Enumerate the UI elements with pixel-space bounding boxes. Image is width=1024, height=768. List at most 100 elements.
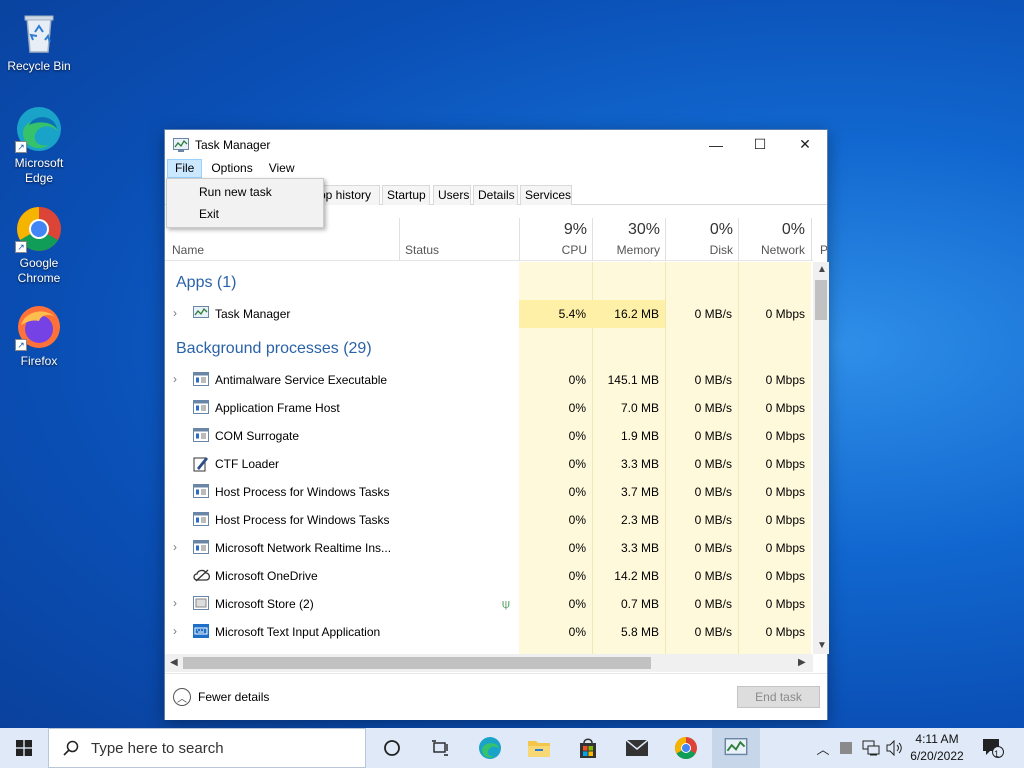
fewer-details-button[interactable]: ︿ Fewer details bbox=[173, 688, 269, 706]
close-icon: ✕ bbox=[799, 136, 811, 152]
menu-item-exit[interactable]: Exit bbox=[199, 207, 219, 221]
volume-tray-button[interactable] bbox=[884, 728, 904, 768]
taskbar: Type here to search ︿ 4:11 AM 6/20/2022 … bbox=[0, 728, 1024, 768]
notification-count: 1 bbox=[994, 749, 1000, 759]
memory-value: 16.2 MB bbox=[614, 307, 659, 321]
chevron-right-icon[interactable]: › bbox=[173, 373, 183, 385]
task-manager-icon bbox=[724, 738, 748, 756]
close-button[interactable]: ✕ bbox=[782, 130, 828, 159]
tab-services[interactable]: Services bbox=[520, 185, 572, 205]
table-row[interactable]: › Microsoft Store (2) ⍦ 0% 0.7 MB 0 MB/s 0 Mbp… bbox=[165, 590, 813, 618]
clock[interactable]: 4:11 AM 6/20/2022 bbox=[902, 731, 972, 765]
taskbar-task-manager[interactable] bbox=[712, 728, 760, 768]
network-tray-button[interactable] bbox=[858, 728, 884, 768]
menu-options[interactable]: Options bbox=[204, 159, 259, 178]
process-name: Microsoft Network Realtime Ins... bbox=[215, 541, 392, 555]
column-status[interactable]: Status bbox=[405, 218, 515, 261]
table-row[interactable]: › Microsoft Text Input Application 0% 5.8 M… bbox=[165, 618, 813, 646]
column-disk[interactable]: 0% Disk bbox=[666, 218, 739, 261]
service-icon bbox=[193, 372, 209, 386]
tab-startup[interactable]: Startup bbox=[382, 185, 430, 205]
table-row[interactable]: › Antimalware Service Executable 0% 145.1 M… bbox=[165, 366, 813, 394]
menu-file[interactable]: File bbox=[167, 159, 203, 178]
scroll-up-icon[interactable]: ▲ bbox=[817, 264, 827, 275]
edge-icon bbox=[479, 737, 501, 759]
tab-app-history[interactable]: pp history bbox=[315, 185, 380, 205]
action-center-button[interactable]: 1 bbox=[978, 728, 1008, 768]
scroll-left-icon[interactable]: ◀ bbox=[170, 657, 178, 668]
column-power[interactable]: P bbox=[817, 218, 828, 261]
vertical-scroll-thumb[interactable] bbox=[815, 280, 827, 320]
chevron-up-icon: ︿ bbox=[816, 741, 830, 757]
desktop-icon-chrome[interactable]: ↗ Google Chrome bbox=[1, 205, 77, 286]
chevron-right-icon[interactable]: › bbox=[173, 625, 183, 637]
column-divider[interactable] bbox=[811, 218, 812, 261]
store-icon bbox=[580, 738, 596, 758]
vertical-scrollbar[interactable]: ▲ ▼ bbox=[813, 262, 829, 654]
taskbar-mail[interactable] bbox=[613, 728, 661, 768]
search-box[interactable]: Type here to search bbox=[48, 728, 366, 768]
column-divider[interactable] bbox=[519, 218, 520, 261]
column-divider[interactable] bbox=[399, 218, 400, 261]
cpu-value: 0% bbox=[568, 429, 586, 443]
column-network[interactable]: 0% Network bbox=[739, 218, 811, 261]
horizontal-scrollbar[interactable]: ◀ ▶ bbox=[165, 654, 813, 672]
maximize-button[interactable]: ☐ bbox=[737, 130, 783, 159]
title-bar[interactable]: Task Manager — ☐ ✕ bbox=[165, 130, 827, 160]
scroll-down-icon[interactable]: ▼ bbox=[817, 640, 827, 651]
desktop-icon-firefox[interactable]: ↗ Firefox bbox=[1, 303, 77, 369]
edge-icon: ↗ bbox=[15, 105, 63, 153]
desktop-icon-label: Microsoft Edge bbox=[14, 156, 64, 185]
task-view-button[interactable] bbox=[416, 728, 464, 768]
chevron-right-icon[interactable]: › bbox=[173, 597, 183, 609]
column-memory[interactable]: 30% Memory bbox=[593, 218, 666, 261]
desktop-icon-label: Google Chrome bbox=[17, 256, 61, 285]
taskbar-chrome[interactable] bbox=[662, 728, 710, 768]
memory-value: 0.7 MB bbox=[620, 597, 659, 611]
scroll-right-icon[interactable]: ▶ bbox=[798, 657, 806, 668]
disk-value: 0 MB/s bbox=[694, 373, 732, 387]
cpu-value: 5.4% bbox=[558, 307, 586, 321]
table-row[interactable]: Host Process for Windows Tasks 0% 3.7 MB 0 … bbox=[165, 478, 813, 506]
column-divider[interactable] bbox=[738, 218, 739, 261]
desktop-icon-recycle-bin[interactable]: Recycle Bin bbox=[1, 8, 77, 74]
service-icon bbox=[193, 512, 209, 526]
taskbar-edge[interactable] bbox=[466, 728, 514, 768]
table-row[interactable]: CTF Loader 0% 3.3 MB 0 MB/s 0 Mbps bbox=[165, 450, 813, 478]
column-divider[interactable] bbox=[665, 218, 666, 261]
menu-view[interactable]: View bbox=[262, 159, 302, 178]
memory-value: 14.2 MB bbox=[614, 569, 659, 583]
taskbar-store[interactable] bbox=[564, 728, 612, 768]
table-row[interactable]: Microsoft OneDrive 0% 14.2 MB 0 MB/s 0 Mbps bbox=[165, 562, 813, 590]
table-row[interactable]: Host Process for Windows Tasks 0% 2.3 MB 0 … bbox=[165, 506, 813, 534]
menu-item-run-new-task[interactable]: Run new task bbox=[199, 185, 272, 199]
table-row[interactable]: › Task Manager 5.4% 16.2 MB 0 MB/s 0 Mbp… bbox=[165, 300, 813, 328]
clock-time: 4:11 AM bbox=[915, 732, 959, 746]
search-icon bbox=[63, 740, 79, 756]
table-row[interactable]: › Microsoft Network Realtime Ins... 0% 3.3 … bbox=[165, 534, 813, 562]
column-cpu[interactable]: 9% CPU bbox=[520, 218, 593, 261]
disk-value: 0 MB/s bbox=[694, 597, 732, 611]
volume-icon bbox=[886, 740, 902, 756]
end-task-button[interactable]: End task bbox=[737, 686, 820, 708]
desktop-icon-edge[interactable]: ↗ Microsoft Edge bbox=[1, 105, 77, 186]
column-divider[interactable] bbox=[592, 218, 593, 261]
table-row[interactable]: COM Surrogate 0% 1.9 MB 0 MB/s 0 Mbps bbox=[165, 422, 813, 450]
horizontal-scroll-thumb[interactable] bbox=[183, 657, 651, 669]
tab-details[interactable]: Details bbox=[473, 185, 518, 205]
tab-users[interactable]: Users bbox=[433, 185, 471, 205]
group-header-background[interactable]: Background processes (29) bbox=[176, 340, 372, 358]
taskbar-file-explorer[interactable] bbox=[515, 728, 563, 768]
network-value: 0 Mbps bbox=[765, 597, 805, 611]
shortcut-arrow-icon: ↗ bbox=[15, 141, 27, 153]
table-row[interactable]: Application Frame Host 0% 7.0 MB 0 MB/s 0 Mb… bbox=[165, 394, 813, 422]
show-hidden-icons-button[interactable]: ︿ bbox=[812, 728, 834, 768]
group-header-apps[interactable]: Apps (1) bbox=[176, 274, 236, 292]
cortana-button[interactable] bbox=[368, 728, 416, 768]
chevron-right-icon[interactable]: › bbox=[173, 541, 183, 553]
minimize-button[interactable]: — bbox=[693, 130, 739, 159]
tray-app-button[interactable] bbox=[836, 728, 856, 768]
process-name: Host Process for Windows Tasks bbox=[215, 485, 390, 499]
chevron-right-icon[interactable]: › bbox=[173, 307, 183, 319]
start-button[interactable] bbox=[0, 728, 48, 768]
